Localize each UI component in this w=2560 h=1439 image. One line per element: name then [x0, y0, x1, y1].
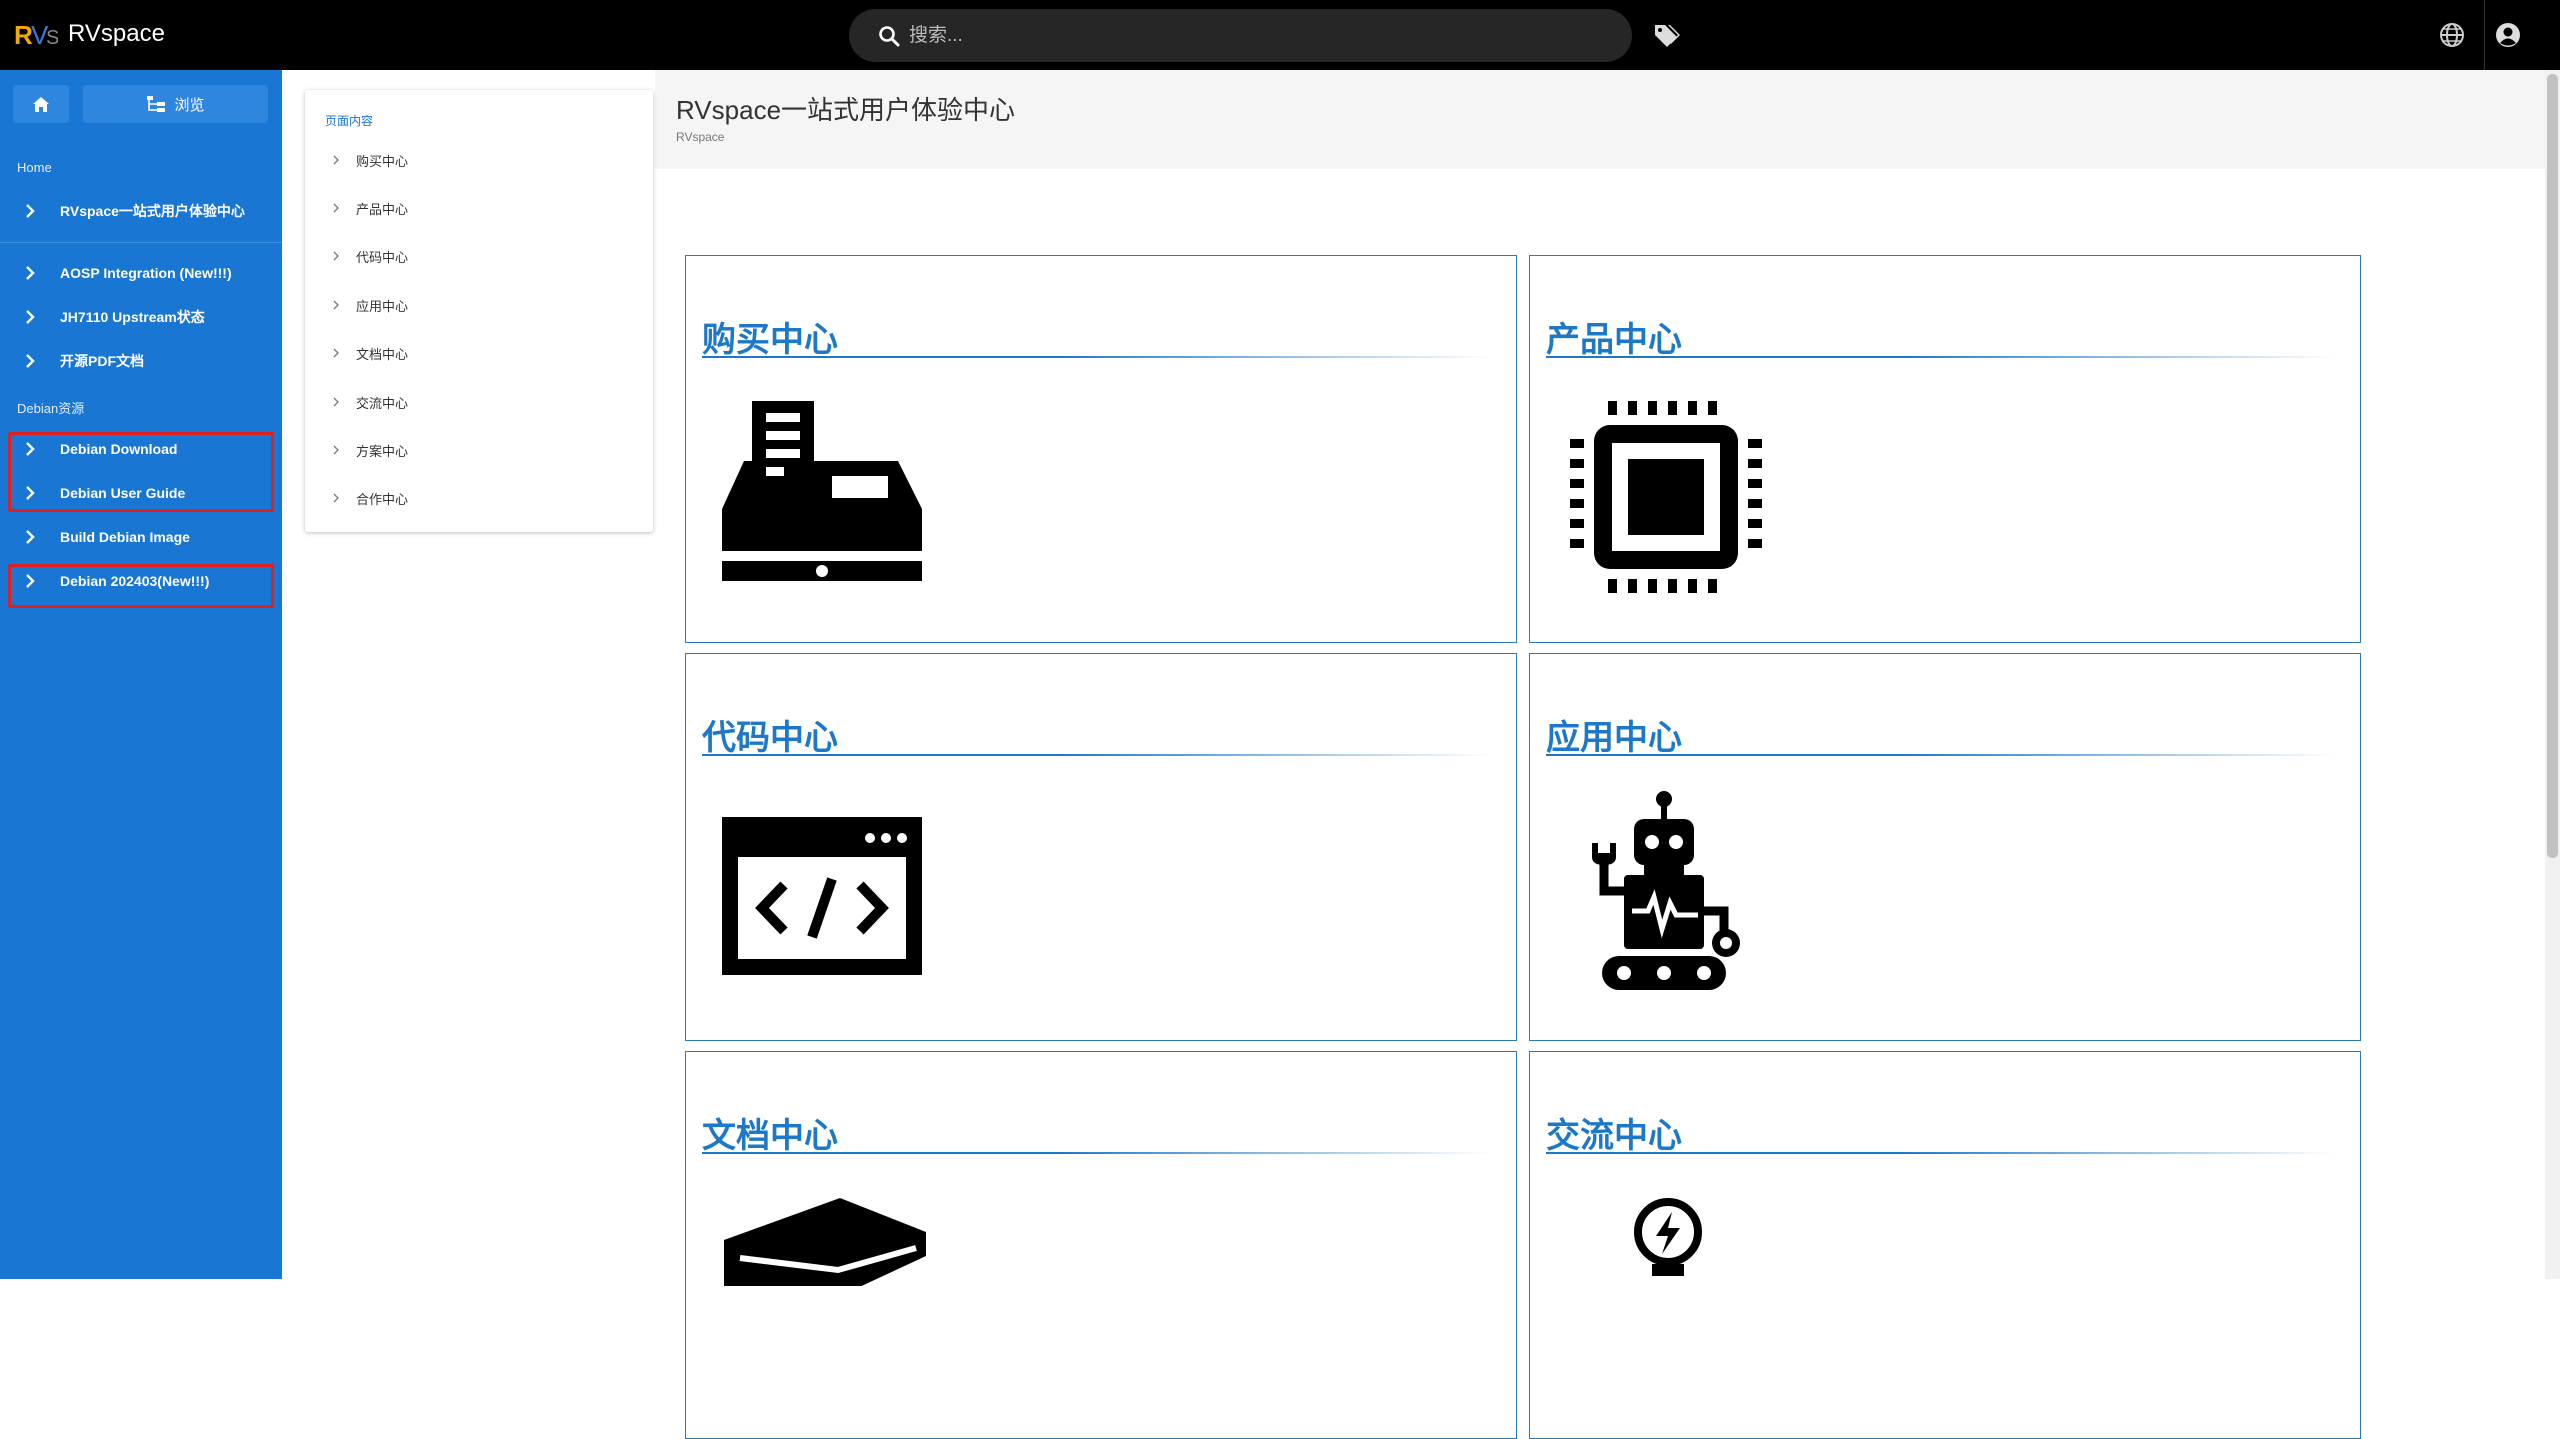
card-divider	[702, 754, 1492, 756]
browse-label: 浏览	[174, 96, 205, 114]
app-title[interactable]: RVspace	[68, 20, 165, 48]
rvspace-logo[interactable]: R V S	[14, 16, 58, 54]
card-communication-center[interactable]: 交流中心	[1529, 1051, 2361, 1439]
page-title: RVspace一站式用户体验中心	[676, 95, 1016, 125]
section-home[interactable]: Home	[17, 160, 52, 175]
chevron-right-icon	[0, 354, 60, 368]
sidebar-item-build-debian-image[interactable]: Build Debian Image	[0, 517, 282, 557]
chevron-right-icon	[325, 348, 356, 358]
chevron-right-icon	[0, 204, 60, 218]
toc-item-label: 应用中心	[356, 298, 409, 314]
toc-item[interactable]: 产品中心	[325, 196, 625, 220]
toc-item-label: 产品中心	[356, 201, 409, 217]
book-icon	[724, 1198, 926, 1286]
sidebar-item-label: JH7110 Upstream状态	[60, 309, 205, 325]
toc-item[interactable]: 代码中心	[325, 244, 625, 268]
card-product-center[interactable]: 产品中心	[1529, 255, 2361, 643]
svg-text:S: S	[46, 27, 58, 49]
chevron-right-icon	[325, 445, 356, 455]
toc-item[interactable]: 方案中心	[325, 438, 625, 462]
microchip-icon	[1570, 401, 1762, 593]
toc-item[interactable]: 应用中心	[325, 293, 625, 317]
page-contents-panel: 页面内容 购买中心 产品中心 代码中心 应用中心 文档中心 交流中心 方案中心 …	[305, 90, 653, 532]
highlight-box	[8, 432, 274, 512]
search-bar[interactable]	[849, 9, 1632, 62]
card-title: 文档中心	[702, 1117, 838, 1155]
search-icon	[879, 26, 900, 47]
chevron-right-icon	[325, 155, 356, 165]
card-title: 产品中心	[1546, 321, 1682, 359]
card-application-center[interactable]: 应用中心	[1529, 653, 2361, 1041]
sidebar: 浏览 Home RVspace一站式用户体验中心 AOSP Integratio…	[0, 70, 282, 1279]
chevron-right-icon	[0, 266, 60, 280]
sidebar-item-label: 开源PDF文档	[60, 353, 144, 369]
tags-icon[interactable]	[1653, 22, 1681, 48]
toc-item[interactable]: 合作中心	[325, 486, 625, 510]
cash-register-icon	[722, 401, 922, 581]
section-debian[interactable]: Debian资源	[17, 398, 84, 417]
chevron-right-icon	[325, 300, 356, 310]
topbar-divider	[2484, 0, 2485, 70]
chevron-right-icon	[325, 251, 356, 261]
code-window-icon	[722, 817, 922, 975]
toc-item[interactable]: 交流中心	[325, 390, 625, 414]
toc-item-label: 交流中心	[356, 395, 409, 411]
sidebar-divider	[0, 242, 282, 243]
search-input[interactable]	[909, 19, 1599, 52]
toc-item-label: 合作中心	[356, 491, 409, 507]
card-title: 代码中心	[702, 719, 838, 757]
sidebar-item-pdf-docs[interactable]: 开源PDF文档	[0, 341, 282, 381]
card-purchase-center[interactable]: 购买中心	[685, 255, 1517, 643]
card-title: 购买中心	[702, 321, 838, 359]
card-title: 交流中心	[1546, 1117, 1682, 1155]
card-title: 应用中心	[1546, 719, 1682, 757]
sidebar-item-label: AOSP Integration (New!!!)	[60, 265, 232, 281]
lightbulb-icon	[1634, 1198, 1702, 1276]
toc-item[interactable]: 购买中心	[325, 148, 625, 172]
sidebar-item-rvspace-center[interactable]: RVspace一站式用户体验中心	[0, 191, 282, 231]
sidebar-item-jh7110[interactable]: JH7110 Upstream状态	[0, 297, 282, 337]
toc-item-label: 代码中心	[356, 249, 409, 265]
toc-title: 页面内容	[325, 114, 374, 128]
account-icon[interactable]	[2494, 21, 2522, 49]
sitemap-icon	[147, 96, 166, 112]
chevron-right-icon	[325, 203, 356, 213]
card-divider	[702, 1152, 1492, 1154]
card-divider	[1546, 356, 2336, 358]
card-code-center[interactable]: 代码中心	[685, 653, 1517, 1041]
breadcrumb[interactable]: RVspace	[676, 130, 724, 144]
chevron-right-icon	[325, 493, 356, 503]
toc-item[interactable]: 文档中心	[325, 341, 625, 365]
card-divider	[1546, 1152, 2336, 1154]
chevron-right-icon	[0, 310, 60, 324]
sidebar-item-aosp[interactable]: AOSP Integration (New!!!)	[0, 253, 282, 293]
home-button[interactable]	[13, 85, 69, 123]
chevron-right-icon	[0, 530, 60, 544]
toc-item-label: 购买中心	[356, 153, 409, 169]
toc-item-label: 方案中心	[356, 443, 409, 459]
card-documentation-center[interactable]: 文档中心	[685, 1051, 1517, 1439]
card-divider	[702, 356, 1492, 358]
highlight-box	[8, 564, 274, 608]
browse-button[interactable]: 浏览	[83, 85, 268, 123]
globe-icon[interactable]	[2439, 22, 2465, 48]
robot-icon	[1592, 791, 1740, 990]
chevron-right-icon	[325, 397, 356, 407]
top-bar: R V S RVspace	[0, 0, 2560, 70]
sidebar-item-label: RVspace一站式用户体验中心	[60, 203, 245, 219]
scrollbar-thumb[interactable]	[2547, 74, 2558, 858]
toc-item-label: 文档中心	[356, 346, 409, 362]
sidebar-item-label: Build Debian Image	[60, 529, 190, 545]
home-icon	[33, 96, 49, 112]
card-divider	[1546, 754, 2336, 756]
